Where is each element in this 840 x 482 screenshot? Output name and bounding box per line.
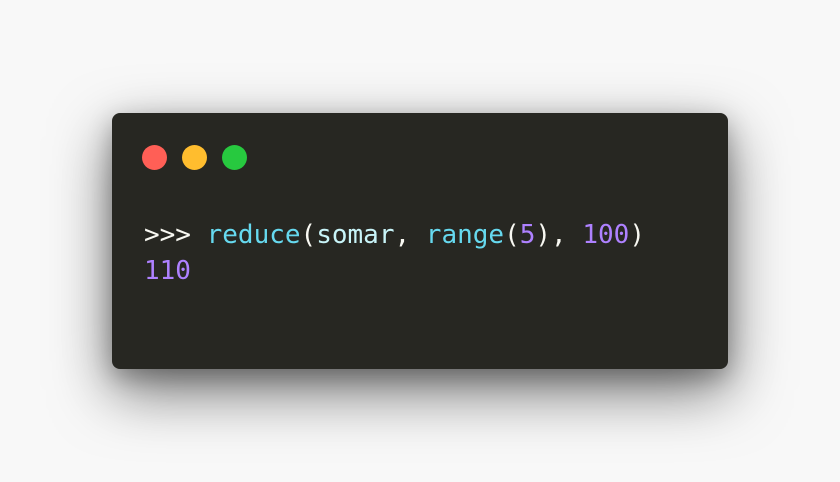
comma: , (394, 220, 411, 250)
close-paren: ) (535, 220, 552, 250)
output-value: 110 (144, 256, 191, 286)
number-literal: 5 (519, 220, 536, 250)
minimize-window-button[interactable] (182, 145, 207, 170)
function-reduce: reduce (206, 220, 301, 250)
function-range: range (425, 220, 505, 250)
maximize-window-button[interactable] (222, 145, 247, 170)
comma: , (551, 220, 567, 250)
argument-somar: somar (316, 220, 395, 250)
close-window-button[interactable] (142, 145, 167, 170)
close-paren: ) (629, 220, 645, 250)
open-paren: ( (300, 220, 317, 250)
open-paren: ( (504, 220, 520, 250)
code-line-input: >>> reduce(somar, range(5), 100) (144, 217, 645, 253)
window-controls (142, 145, 247, 170)
code-line-output: 110 (144, 253, 645, 289)
code-block: >>> reduce(somar, range(5), 100) 110 (144, 217, 645, 289)
number-literal: 100 (582, 220, 630, 250)
repl-prompt: >>> (144, 220, 191, 250)
terminal-window: >>> reduce(somar, range(5), 100) 110 (112, 113, 728, 369)
